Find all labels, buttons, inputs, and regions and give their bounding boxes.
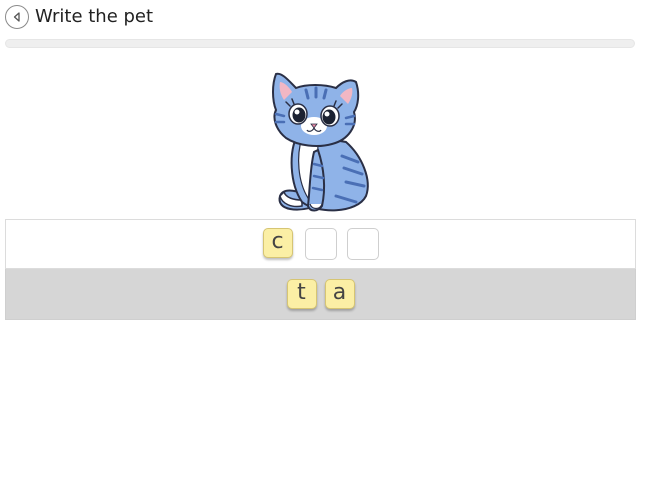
letter-bank: t a [5,269,636,320]
progress-bar [5,39,635,48]
letter-tile-t[interactable]: t [286,279,317,309]
header: Write the pet [5,4,153,30]
cat-image [272,72,369,212]
answer-slot-1[interactable]: c [262,228,295,260]
answer-slot-3[interactable] [346,228,379,260]
cat-head [272,72,360,147]
page-title: Write the pet [35,6,154,27]
answer-area: c [5,219,636,269]
letter-tile-c[interactable]: c [262,228,293,258]
exercise-page: Write the pet c t a [0,0,650,500]
chevron-left-icon [13,12,20,22]
answer-slot-2[interactable] [304,228,337,260]
letter-tile-a[interactable]: a [324,279,355,309]
back-button[interactable] [5,5,29,29]
